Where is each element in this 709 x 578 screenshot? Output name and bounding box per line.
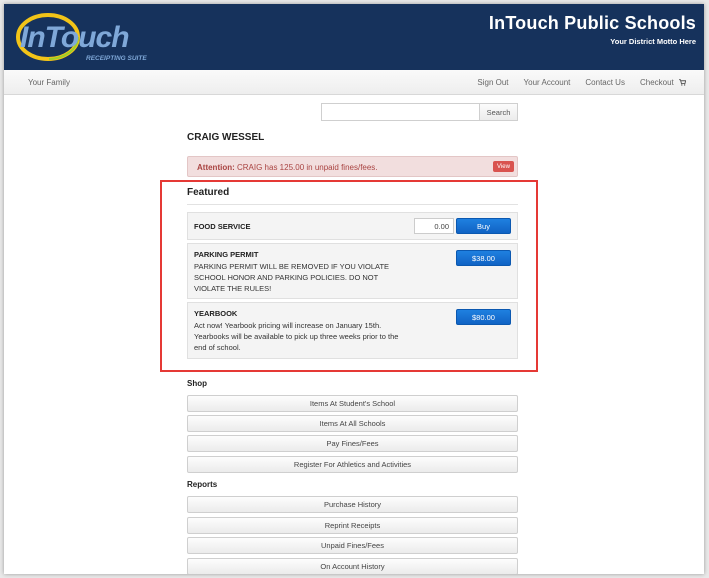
featured-heading: Featured: [187, 187, 230, 198]
nav-your-account[interactable]: Your Account: [524, 78, 571, 87]
top-navbar: Your Family Sign Out Your Account Contac…: [4, 70, 704, 95]
on-account-history-button[interactable]: On Account History: [187, 558, 518, 574]
item-description: PARKING PERMIT WILL BE REMOVED IF YOU VI…: [194, 262, 390, 293]
nav-contact-us[interactable]: Contact Us: [585, 78, 625, 87]
search-input[interactable]: [321, 103, 479, 121]
nav-your-family[interactable]: Your Family: [28, 78, 70, 87]
page-frame: InTouch RECEIPTING SUITE InTouch Public …: [4, 4, 704, 574]
alert-text: Attention: CRAIG has 125.00 in unpaid fi…: [197, 163, 378, 172]
alert-prefix: Attention:: [197, 163, 235, 172]
item-title: FOOD SERVICE: [194, 222, 251, 231]
price-button[interactable]: $80.00: [456, 309, 511, 325]
purchase-history-button[interactable]: Purchase History: [187, 496, 518, 513]
shop-heading: Shop: [187, 379, 207, 388]
pay-fines-button[interactable]: Pay Fines/Fees: [187, 435, 518, 452]
nav-links: Sign Out Your Account Contact Us Checkou…: [477, 78, 686, 87]
logo-text: InTouch: [20, 21, 129, 54]
district-title: InTouch Public Schools: [488, 13, 696, 33]
nav-sign-out[interactable]: Sign Out: [477, 78, 508, 87]
student-name: CRAIG WESSEL: [187, 132, 265, 143]
alert-message: CRAIG has 125.00 in unpaid fines/fees.: [237, 163, 378, 172]
logo-subtext: RECEIPTING SUITE: [86, 55, 147, 62]
item-description: Act now! Yearbook pricing will increase …: [194, 321, 399, 352]
reprint-receipts-button[interactable]: Reprint Receipts: [187, 517, 518, 534]
view-fines-button[interactable]: View: [493, 161, 514, 172]
search-button[interactable]: Search: [479, 103, 518, 121]
shop-items-student-school-button[interactable]: Items At Student's School: [187, 395, 518, 412]
intouch-logo[interactable]: InTouch RECEIPTING SUITE: [14, 10, 149, 64]
register-athletics-button[interactable]: Register For Athletics and Activities: [187, 456, 518, 473]
reports-heading: Reports: [187, 480, 218, 489]
divider: [187, 204, 518, 205]
featured-item-parking-permit: PARKING PERMIT PARKING PERMIT WILL BE RE…: [187, 243, 518, 299]
price-button[interactable]: $38.00: [456, 250, 511, 266]
featured-item-yearbook: YEARBOOK Act now! Yearbook pricing will …: [187, 302, 518, 359]
shop-items-all-schools-button[interactable]: Items At All Schools: [187, 415, 518, 432]
site-header: InTouch RECEIPTING SUITE InTouch Public …: [4, 4, 704, 70]
item-title: YEARBOOK: [194, 309, 238, 318]
buy-button[interactable]: Buy: [456, 218, 511, 234]
featured-item-food-service: FOOD SERVICE Buy: [187, 212, 518, 240]
nav-checkout[interactable]: Checkout: [640, 78, 686, 87]
nav-checkout-label: Checkout: [639, 78, 674, 87]
item-title: PARKING PERMIT: [194, 250, 259, 259]
amount-input[interactable]: [414, 218, 454, 234]
unpaid-fines-report-button[interactable]: Unpaid Fines/Fees: [187, 537, 518, 554]
district-motto: Your District Motto Here: [610, 37, 696, 46]
unpaid-fines-alert: Attention: CRAIG has 125.00 in unpaid fi…: [187, 156, 518, 177]
cart-icon: [679, 79, 686, 86]
search-bar: Search: [321, 103, 518, 121]
